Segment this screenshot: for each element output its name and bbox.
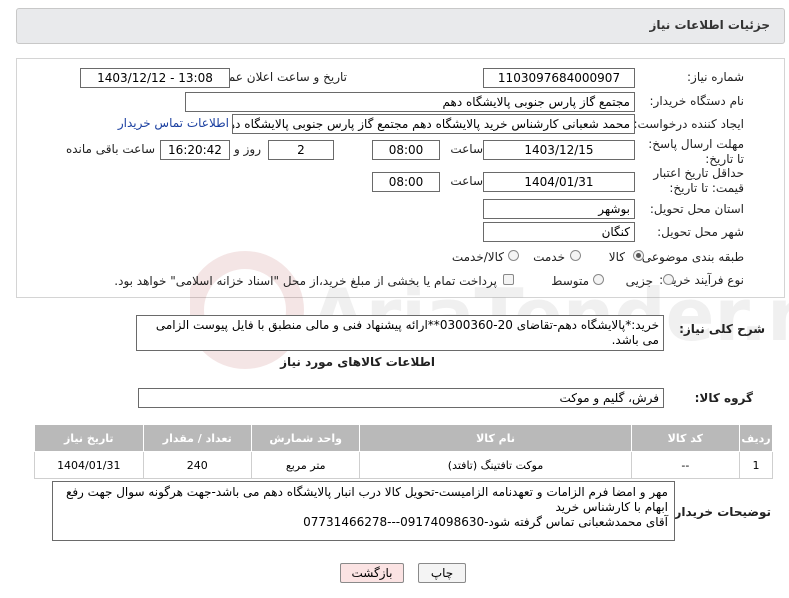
cell-code: -- <box>630 451 741 479</box>
category-both-radio[interactable] <box>508 250 519 261</box>
deadline-time-field: 08:00 <box>372 140 440 160</box>
validity-time-field: 08:00 <box>372 172 440 192</box>
days-remaining-field: 2 <box>268 140 334 160</box>
goods-section-title: اطلاعات کالاهای مورد نیاز <box>280 355 435 369</box>
category-goods-radio[interactable] <box>633 250 644 261</box>
cell-unit: متر مربع <box>250 451 361 479</box>
col-row: ردیف <box>739 424 773 452</box>
validity-time-label: ساعت <box>450 174 483 188</box>
col-qty: تعداد / مقدار <box>142 424 252 452</box>
col-date: تاریخ نیاز <box>34 424 144 452</box>
buyer-org-field: مجتمع گاز پارس جنوبی پالایشگاه دهم <box>185 92 635 112</box>
buyer-notes-line-1: مهر و امضا فرم الزامات و تعهدنامه الزامی… <box>65 485 668 514</box>
category-both-label: کالا/خدمت <box>451 250 504 264</box>
back-button[interactable]: بازگشت <box>340 563 404 583</box>
city-field: کنگان <box>483 222 635 242</box>
creator-field: محمد شعبانی کارشناس خرید پالایشگاه دهم م… <box>232 114 635 134</box>
goods-table: ردیف کد کالا نام کالا واحد شمارش تعداد /… <box>34 424 773 479</box>
buyer-org-label: نام دستگاه خریدار: <box>649 94 745 108</box>
deadline-label: مهلت ارسال پاسخ: تا تاریخ: <box>648 137 744 166</box>
time-remaining-label: ساعت باقی مانده <box>65 142 155 156</box>
buyer-notes-line-2: آقای محمدشعبانی تماس گرفته شود-091740986… <box>303 515 668 529</box>
process-medium-radio[interactable] <box>593 274 604 285</box>
cell-qty: 240 <box>142 451 252 479</box>
treasury-payment-checkbox[interactable] <box>503 274 514 285</box>
validity-date-field: 1404/01/31 <box>483 172 635 192</box>
category-label: طبقه بندی موضوعی: <box>637 250 744 264</box>
summary-label: شرح کلی نیاز: <box>679 322 765 336</box>
process-minor-radio[interactable] <box>663 274 674 285</box>
province-label: استان محل تحویل: <box>649 202 744 216</box>
goods-table-header: ردیف کد کالا نام کالا واحد شمارش تعداد /… <box>34 424 773 452</box>
treasury-payment-note: پرداخت تمام یا بخشی از مبلغ خرید،از محل … <box>114 274 497 288</box>
table-row: 1 -- موکت تافتینگ (تافتد) متر مربع 240 1… <box>34 451 773 479</box>
deadline-date-field: 1403/12/15 <box>483 140 635 160</box>
city-label: شهر محل تحویل: <box>657 225 744 239</box>
buyer-notes-label: توضیحات خریدار: <box>669 505 771 519</box>
page-header: جزئیات اطلاعات نیاز <box>16 8 785 44</box>
category-goods-label: کالا <box>608 250 625 264</box>
deadline-time-label: ساعت <box>450 142 483 156</box>
cell-name: موکت تافتینگ (تافتد) <box>359 451 632 479</box>
print-button[interactable]: چاپ <box>418 563 466 583</box>
goods-group-label: گروه کالا: <box>694 391 753 405</box>
goods-group-field: فرش، گلیم و موکت <box>138 388 664 408</box>
buyer-notes-textbox[interactable]: مهر و امضا فرم الزامات و تعهدنامه الزامی… <box>52 481 675 541</box>
cell-row: 1 <box>739 451 773 479</box>
process-minor-label: جزیی <box>625 274 653 288</box>
time-remaining-field: 16:20:42 <box>160 140 230 160</box>
summary-textbox[interactable]: خرید:*پالایشگاه دهم-تقاضای 20-0300360**ا… <box>136 315 664 351</box>
cell-date: 1404/01/31 <box>34 451 144 479</box>
need-number-field: 1103097684000907 <box>483 68 635 88</box>
price-validity-label: حداقل تاریخ اعتبار قیمت: تا تاریخ: <box>653 166 744 195</box>
col-name: نام کالا <box>359 424 632 452</box>
col-unit: واحد شمارش <box>250 424 361 452</box>
days-label: روز و <box>234 142 261 156</box>
announce-datetime-field: 1403/12/12 - 13:08 <box>80 68 230 88</box>
creator-label: ایجاد کننده درخواست: <box>633 117 744 131</box>
process-medium-label: متوسط <box>551 274 589 288</box>
buyer-contact-link[interactable]: اطلاعات تماس خریدار <box>118 116 229 130</box>
category-service-label: خدمت <box>533 250 565 264</box>
page-title: جزئیات اطلاعات نیاز <box>649 18 770 32</box>
col-code: کد کالا <box>630 424 741 452</box>
province-field: بوشهر <box>483 199 635 219</box>
category-service-radio[interactable] <box>570 250 581 261</box>
need-number-label: شماره نیاز: <box>687 70 744 84</box>
